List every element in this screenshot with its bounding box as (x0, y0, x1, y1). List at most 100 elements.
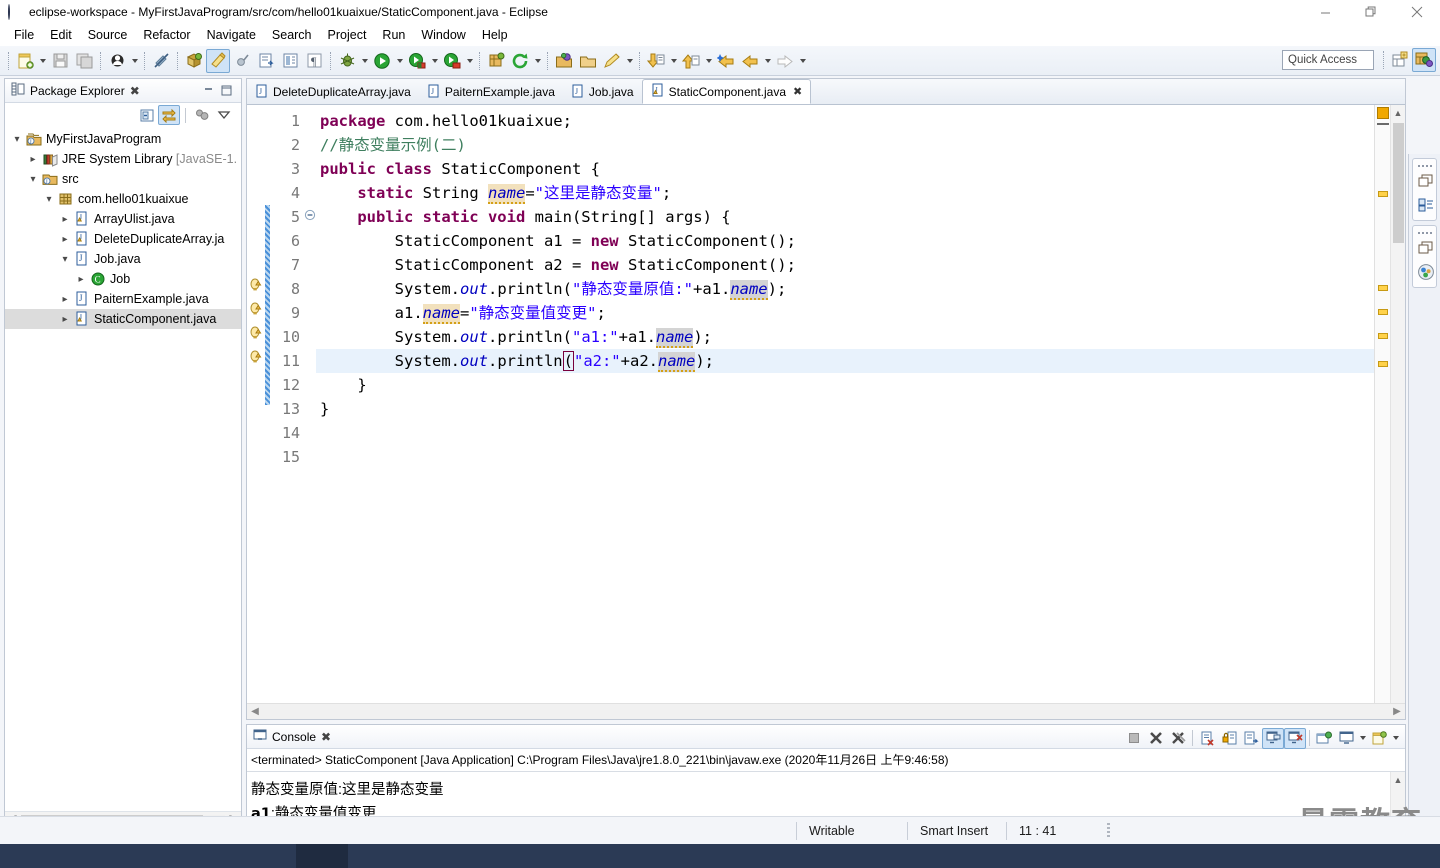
debug-dropdown-arrow[interactable] (359, 49, 370, 73)
tree-item-arrayulist-java[interactable]: ▸ J ArrayUlist.java (5, 209, 241, 229)
tree-item-jre-system-library[interactable]: ▸ JRE System Library [JavaSE-1. (5, 149, 241, 169)
edit-dropdown-arrow[interactable] (624, 49, 635, 73)
editor-code-text[interactable]: package com.hello01kuaixue; //静态变量示例(二) … (316, 105, 1374, 703)
toggle-mark-occurrences-icon[interactable] (149, 49, 173, 73)
editor-vscrollbar[interactable]: ▲ (1390, 105, 1405, 703)
expand-chevron-right-icon[interactable]: ▸ (57, 209, 73, 229)
scroll-lock-icon[interactable] (1218, 728, 1240, 749)
open-task-icon[interactable] (552, 49, 576, 73)
open-console-dropdown-arrow[interactable] (1390, 726, 1401, 750)
block-selection-icon[interactable]: ¶ (302, 49, 326, 73)
new-wizard-dropdown-arrow[interactable] (37, 49, 48, 73)
close-view-icon[interactable]: ✖ (321, 730, 331, 744)
menu-file[interactable]: File (6, 26, 42, 44)
close-icon[interactable] (1394, 0, 1440, 24)
menu-project[interactable]: Project (320, 26, 375, 44)
display-selected-console-dropdown-arrow[interactable] (1357, 726, 1368, 750)
open-perspective-icon[interactable] (1388, 48, 1412, 72)
last-edit-location-icon[interactable] (714, 49, 738, 73)
close-tab-icon[interactable]: ✖ (793, 85, 802, 98)
view-menu-icon[interactable] (213, 105, 235, 125)
expand-chevron-right-icon[interactable]: ▸ (73, 269, 89, 289)
open-console-icon[interactable] (1368, 728, 1390, 749)
expand-chevron-down-icon[interactable]: ▾ (57, 249, 73, 269)
expand-chevron-right-icon[interactable]: ▸ (57, 309, 73, 329)
restore-icon[interactable] (1348, 0, 1394, 24)
new-annotation-icon[interactable] (230, 49, 254, 73)
menu-edit[interactable]: Edit (42, 26, 80, 44)
tree-item-com-hello01kuaixue[interactable]: ▾ com.hello01kuaixue (5, 189, 241, 209)
debug-icon[interactable] (335, 49, 359, 73)
forward-dropdown-arrow[interactable] (797, 49, 808, 73)
tree-item-paiternexample-java[interactable]: ▸ J PaiternExample.java (5, 289, 241, 309)
menu-help[interactable]: Help (474, 26, 516, 44)
link-with-editor-icon[interactable] (158, 105, 180, 125)
terminate-icon[interactable] (1123, 728, 1145, 749)
new-java-type-icon[interactable] (105, 49, 129, 73)
code-editor[interactable]: 1 2 3 4 5 6 7 8 9 10 11 12 13 14 15 pack… (247, 105, 1405, 703)
refresh-dropdown-arrow[interactable] (532, 49, 543, 73)
save-all-icon[interactable] (72, 49, 96, 73)
show-console-on-error-icon[interactable] (1284, 727, 1306, 749)
editor-overview-ruler[interactable] (1374, 105, 1390, 703)
run-external-tools-icon[interactable] (405, 49, 429, 73)
show-whitespace-icon[interactable] (278, 49, 302, 73)
maximize-view-icon[interactable] (220, 84, 233, 97)
show-console-on-output-icon[interactable] (1262, 727, 1284, 749)
refresh-icon[interactable] (508, 49, 532, 73)
collapse-all-icon[interactable] (136, 105, 158, 125)
focus-on-active-task-icon[interactable] (191, 105, 213, 125)
open-folder-icon[interactable] (576, 49, 600, 73)
new-java-project-icon[interactable] (484, 49, 508, 73)
tree-item-job-java[interactable]: ▾ J Job.java (5, 249, 241, 269)
scroll-right-arrow-icon[interactable]: ▶ (1389, 706, 1405, 717)
previous-annotation-icon[interactable] (679, 49, 703, 73)
menu-navigate[interactable]: Navigate (199, 26, 264, 44)
next-annotation-icon[interactable] (644, 49, 668, 73)
minimize-icon[interactable] (1302, 0, 1348, 24)
tree-item-deleteduplicatearray-java[interactable]: ▸ J DeleteDuplicateArray.ja (5, 229, 241, 249)
tree-item-job-class[interactable]: ▸ C Job (5, 269, 241, 289)
overview-warning-marker[interactable] (1378, 285, 1388, 291)
warning-marker-icon[interactable] (248, 349, 263, 367)
expand-chevron-right-icon[interactable]: ▸ (25, 149, 41, 169)
java-browsing-icon[interactable] (1413, 260, 1439, 284)
drag-grip-icon[interactable] (1413, 162, 1436, 169)
warning-marker-icon[interactable] (248, 325, 263, 343)
tab-package-explorer[interactable]: Package Explorer ✖ (5, 79, 144, 103)
forward-icon[interactable] (773, 49, 797, 73)
editor-tab-paiternexample[interactable]: J PaiternExample.java (419, 80, 563, 104)
warning-marker-icon[interactable] (248, 277, 263, 295)
remove-all-terminated-icon[interactable] (1167, 728, 1189, 749)
status-resize-grip[interactable] (1107, 822, 1110, 839)
menu-source[interactable]: Source (80, 26, 136, 44)
overview-warning-marker[interactable] (1378, 309, 1388, 315)
editor-tab-staticcomponent[interactable]: J StaticComponent.java ✖ (641, 79, 812, 104)
tab-console[interactable]: Console ✖ (247, 725, 335, 749)
scroll-up-arrow-icon[interactable]: ▲ (1391, 105, 1405, 120)
back-dropdown-arrow[interactable] (762, 49, 773, 73)
scroll-left-arrow-icon[interactable]: ◀ (247, 706, 263, 717)
editor-hscrollbar[interactable]: ◀ ▶ (247, 703, 1405, 719)
menu-run[interactable]: Run (374, 26, 413, 44)
display-selected-console-icon[interactable] (1335, 728, 1357, 749)
new-java-type-dropdown-arrow[interactable] (129, 49, 140, 73)
expand-chevron-down-icon[interactable]: ▾ (9, 129, 25, 149)
new-java-class-icon[interactable] (206, 48, 230, 73)
editor-tab-job[interactable]: J Job.java (563, 80, 642, 104)
menu-refactor[interactable]: Refactor (135, 26, 198, 44)
minimize-view-icon[interactable] (202, 85, 215, 97)
warning-marker-icon[interactable] (248, 301, 263, 319)
scroll-thumb[interactable] (1393, 123, 1404, 243)
expand-chevron-down-icon[interactable]: ▾ (25, 169, 41, 189)
edit-pencil-icon[interactable] (600, 49, 624, 73)
back-icon[interactable] (738, 49, 762, 73)
expand-chevron-down-icon[interactable]: ▾ (41, 189, 57, 209)
new-java-package-icon[interactable] (182, 49, 206, 73)
new-wizard-icon[interactable] (13, 49, 37, 73)
restore-view-icon[interactable] (1413, 169, 1439, 193)
editor-annotation-gutter[interactable] (247, 105, 265, 703)
taskbar-active-item[interactable] (296, 844, 348, 868)
overview-warning-marker[interactable] (1378, 361, 1388, 367)
previous-annotation-dropdown-arrow[interactable] (703, 49, 714, 73)
